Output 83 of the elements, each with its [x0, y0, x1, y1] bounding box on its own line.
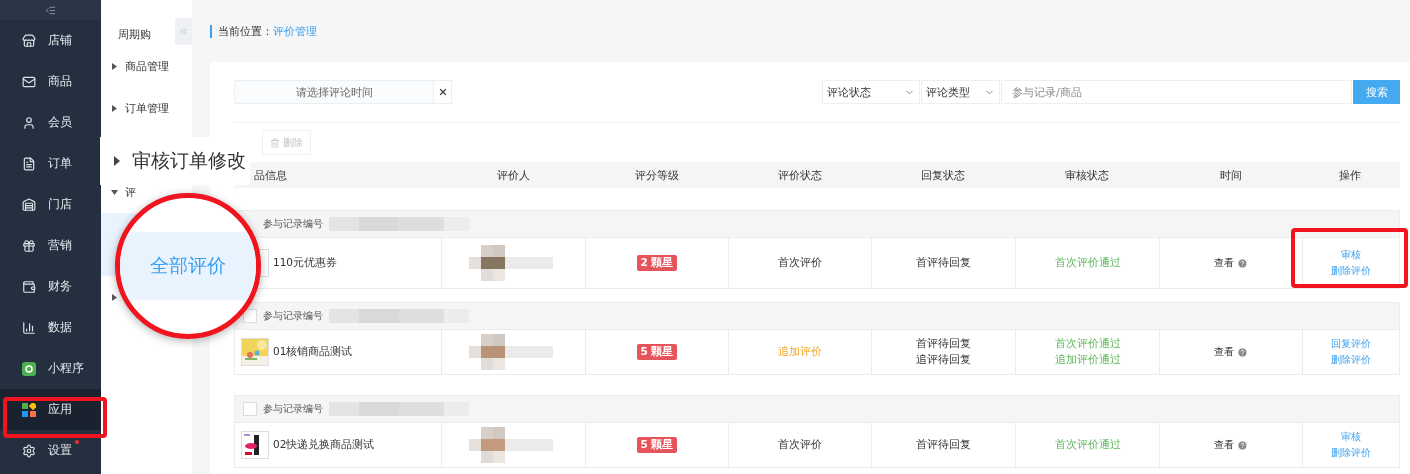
search-field[interactable]: 参与记录/商品: [1001, 80, 1352, 104]
storefront-icon: [22, 197, 36, 212]
help-icon: [1237, 439, 1248, 451]
nav-item[interactable]: 商品: [0, 61, 101, 102]
column-header: 评价状态: [777, 167, 822, 183]
dropdown[interactable]: 评论类型: [921, 80, 1000, 104]
apps-grid-icon: [22, 402, 36, 417]
column-header: 时间: [1219, 167, 1242, 183]
column-header: 操作: [1339, 167, 1361, 183]
document-icon: [22, 156, 36, 171]
store-icon: [22, 33, 36, 48]
column-header: 评价人: [496, 167, 530, 183]
nav-label: 门店: [48, 196, 72, 213]
checkbox[interactable]: [243, 402, 257, 416]
view-link[interactable]: 查看: [1214, 256, 1234, 270]
nav-item[interactable]: 会员: [0, 102, 101, 143]
status-text: 追加评价通过: [1054, 353, 1121, 367]
help-icon: [1237, 257, 1248, 269]
nav-item[interactable]: 门店: [0, 184, 101, 225]
nav-item[interactable]: 数据: [0, 307, 101, 348]
subnav-title: 周期购: [118, 27, 152, 40]
nav-item[interactable]: 订单: [0, 143, 101, 184]
subnav-item[interactable]: 订单管理: [125, 100, 169, 116]
status-text: 追加评价: [778, 345, 822, 359]
record-label: 参与记录编号: [263, 402, 323, 416]
nav-label: 商品: [48, 73, 72, 90]
close-icon: [437, 87, 448, 97]
view-link[interactable]: 查看: [1214, 345, 1234, 359]
product-name: 01核销商品测试: [273, 345, 353, 359]
double-chevron-left-icon: [178, 26, 189, 37]
subnav-item[interactable]: 商品管理: [125, 58, 169, 74]
view-link[interactable]: 查看: [1214, 438, 1234, 452]
status-text: 首评待回复: [916, 337, 971, 351]
magnified-callout: 审核订单修改: [100, 137, 250, 185]
money-bag-icon: [22, 279, 36, 294]
breadcrumb: 当前位置：评价管理: [218, 23, 317, 39]
date-field[interactable]: 请选择评论时间: [234, 80, 434, 104]
bar-chart-icon: [22, 320, 36, 335]
menu-toggle-icon[interactable]: [45, 4, 56, 16]
nav-label: 会员: [48, 114, 72, 131]
status-text: 追评待回复: [916, 353, 971, 367]
gift-icon: [22, 238, 36, 253]
mini-program-icon: [22, 361, 36, 376]
checkbox[interactable]: [243, 309, 257, 323]
rating-badge: 5 颗星: [636, 344, 678, 360]
nav-label: 订单: [48, 155, 72, 172]
product-name: 110元优惠券: [273, 256, 338, 270]
nav-item[interactable]: 小程序: [0, 348, 101, 389]
nav-label: 小程序: [48, 360, 84, 377]
status-text: 首次评价: [778, 256, 822, 270]
status-text: 首评待回复: [916, 438, 971, 452]
status-text: 首次评价: [778, 438, 822, 452]
column-header: 品信息: [253, 167, 287, 183]
nav-label: 数据: [48, 319, 72, 336]
product-name: 02快递兑换商品测试: [273, 438, 375, 452]
settings-icon: [22, 443, 36, 458]
nav-label: 营销: [48, 237, 72, 254]
nav-item[interactable]: 设置: [0, 430, 101, 471]
column-header: 回复状态: [921, 167, 965, 183]
nav-item[interactable]: 营销: [0, 225, 101, 266]
nav-label: 店铺: [48, 32, 72, 49]
envelope-icon: [22, 74, 36, 89]
nav-label: 财务: [48, 278, 72, 295]
trash-icon: [270, 137, 280, 148]
dropdown[interactable]: 评论状态: [822, 80, 920, 104]
rating-badge: 2 颗星: [636, 255, 678, 271]
record-label: 参与记录编号: [263, 217, 323, 231]
status-text: 首次评价通过: [1054, 337, 1121, 351]
column-header: 审核状态: [1065, 167, 1109, 183]
help-icon: [1237, 346, 1248, 358]
nav-label: 设置: [48, 442, 72, 459]
rating-badge: 5 颗星: [636, 437, 678, 453]
user-icon: [22, 115, 36, 130]
status-text: 首评待回复: [916, 256, 971, 270]
subnav-item[interactable]: 评: [125, 184, 136, 200]
status-text: 首次评价通过: [1054, 256, 1121, 270]
status-text: 首次评价通过: [1054, 438, 1121, 452]
clear-button[interactable]: [434, 80, 452, 104]
record-label: 参与记录编号: [263, 309, 323, 323]
nav-item[interactable]: 店铺: [0, 20, 101, 61]
column-header: 评分等级: [634, 167, 679, 183]
nav-label: 应用: [48, 401, 72, 418]
nav-item[interactable]: 财务: [0, 266, 101, 307]
